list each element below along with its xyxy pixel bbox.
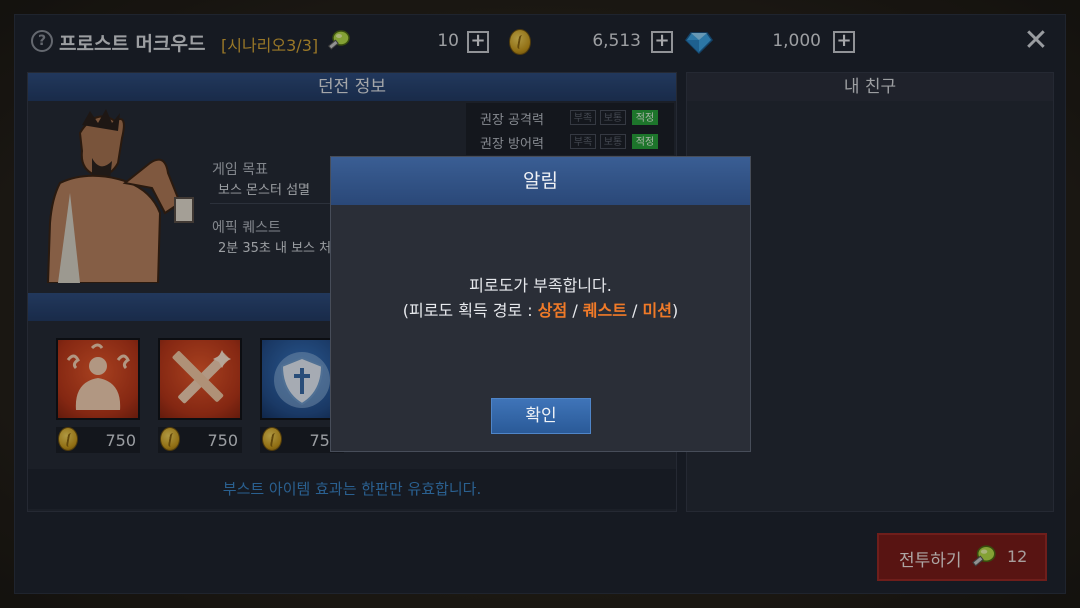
alert-title: 알림	[331, 157, 750, 205]
route-shop: 상점	[537, 301, 568, 320]
route-mission: 미션	[642, 301, 672, 320]
confirm-button[interactable]: 확인	[491, 398, 591, 434]
alert-dialog: 알림 피로도가 부족합니다. (피로도 획득 경로 : 상점 / 퀘스트 / 미…	[330, 156, 751, 452]
route-separator: /	[567, 301, 583, 320]
route-quest: 퀘스트	[582, 301, 627, 320]
alert-message: 피로도가 부족합니다.	[469, 276, 612, 295]
route-separator: /	[626, 301, 643, 320]
routes-suffix: )	[671, 301, 679, 320]
routes-prefix: (피로도 획득 경로 :	[402, 301, 538, 320]
alert-routes: (피로도 획득 경로 : 상점 / 퀘스트 / 미션)	[331, 297, 750, 321]
